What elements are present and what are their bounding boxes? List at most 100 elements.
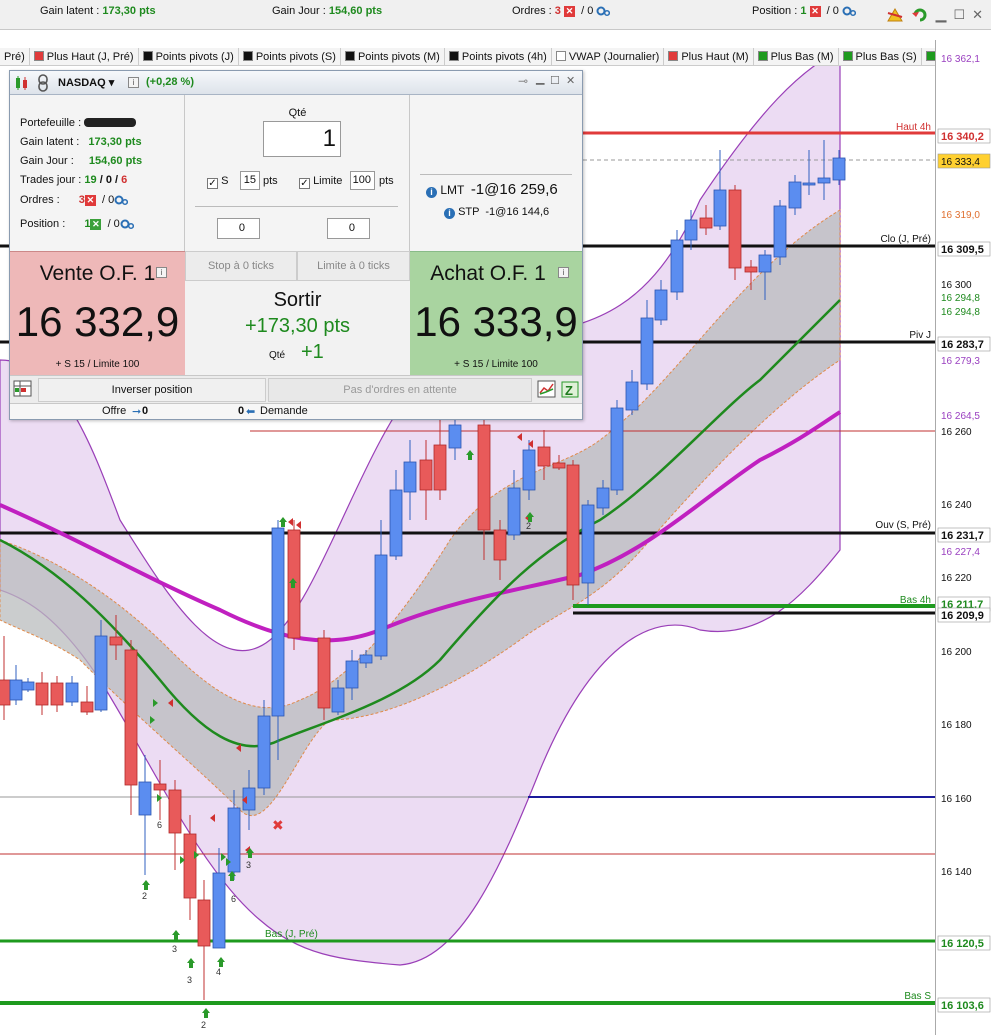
level-label: Bas 4h (900, 595, 931, 606)
position-count: 1 (800, 5, 807, 17)
candle (566, 464, 580, 586)
close-icon[interactable]: ✕ (809, 5, 821, 17)
legend-item[interactable]: Plus Haut (M) (664, 48, 754, 65)
stop-ticks-button[interactable]: Stop à 0 ticks (185, 251, 297, 281)
exit-button[interactable]: Sortir (185, 289, 410, 312)
candle (581, 504, 595, 584)
gear-icon[interactable] (842, 5, 856, 17)
candlestick-icon[interactable] (14, 75, 30, 91)
minimize-icon[interactable]: ▁ (936, 6, 947, 23)
legend-item[interactable]: Points pivots (M) (341, 48, 445, 65)
stop-checkbox[interactable]: ✓ (207, 178, 218, 189)
ordres-row[interactable]: Ordres : 3 ✕ / 0 (20, 194, 129, 206)
info-icon[interactable]: i (128, 77, 139, 88)
close-panel-icon[interactable]: ✕ (566, 74, 575, 87)
grid-icon[interactable] (13, 379, 33, 399)
legend-item[interactable]: Plus Haut (J, Pré) (30, 48, 139, 65)
info-icon[interactable]: i (156, 267, 167, 278)
price-axis-labels: 16 362,1 16 340,2 16 333,4 16 319,0 16 309,5… (937, 54, 991, 1013)
chart-settings-icon[interactable] (537, 380, 557, 400)
info-icon[interactable]: i (426, 187, 437, 198)
legend-label: Points pivots (S) (255, 51, 336, 63)
axis-price-label: 16 300 (941, 280, 972, 291)
axis-price-label: 16 200 (941, 647, 972, 658)
gear-icon[interactable] (596, 5, 611, 17)
close-window-icon[interactable]: ✕ (972, 7, 983, 23)
trade-marker (288, 518, 293, 526)
portefeuille-row: Portefeuille : (20, 117, 137, 129)
quantity-input[interactable]: 1 (263, 121, 341, 157)
trade-marker (194, 851, 199, 859)
maximize-icon[interactable]: ☐ (953, 7, 965, 23)
minimize-icon[interactable]: ▁ (536, 72, 544, 85)
arrow-left-icon: ⬅ (246, 406, 256, 418)
exit-qte-value: +1 (301, 341, 324, 363)
pending-orders-button[interactable]: Pas d'ordres en attente (268, 378, 532, 402)
info-icon[interactable]: i (444, 208, 455, 219)
instrument-selector[interactable]: NASDAQ ▾ (58, 76, 114, 89)
trade-count-label: 3 (172, 944, 177, 954)
candle (640, 317, 654, 385)
close-icon[interactable]: ✕ (84, 194, 96, 206)
order-book-footer: Offre ➞ 0 0 ⬅ Demande (10, 403, 582, 419)
candle (212, 872, 226, 949)
stp-order[interactable]: i STP -1@16 144,6 (444, 206, 549, 219)
legend-item[interactable]: Plus Bas (S) (839, 48, 922, 65)
portefeuille-label: Portefeuille : (20, 117, 82, 129)
candle (153, 783, 167, 791)
ordres-status[interactable]: Ordres : 3 ✕ / 0 (512, 5, 611, 17)
stp-label: STP (458, 206, 480, 218)
legend-label: Plus Haut (J, Pré) (46, 51, 134, 63)
legend-item[interactable]: VWAP (Journalier) (552, 48, 665, 65)
candle (552, 462, 566, 469)
position-label: Position : (20, 218, 66, 230)
arrow-up-icon (142, 880, 150, 890)
strategy-icon[interactable]: Z (561, 380, 581, 400)
price-change: (+0,28 %) (146, 76, 194, 88)
candle (744, 266, 758, 273)
trade-count-label: 4 (216, 967, 221, 977)
candle (109, 636, 123, 646)
position-row[interactable]: Position : 1 ✕ / 0 (20, 218, 134, 230)
legend-item[interactable]: Points pivots (4h) (445, 48, 552, 65)
sell-button[interactable]: Vente O.F. 1 i 16 332,9 + S 15 / Limite … (10, 251, 185, 375)
reverse-position-button[interactable]: Inverser position (38, 378, 266, 402)
axis-price-label: 16 140 (941, 867, 972, 878)
gain-jour: Gain Jour : 154,60 pts (272, 5, 382, 17)
candle (817, 177, 831, 184)
limit-checkbox[interactable]: ✓ (299, 178, 310, 189)
pin-icon[interactable]: ⊸ (518, 74, 528, 88)
gear-icon[interactable] (114, 194, 129, 206)
maximize-icon[interactable]: ☐ (550, 74, 560, 87)
link-icon[interactable] (36, 74, 50, 92)
position-status[interactable]: Position : 1 ✕ / 0 (752, 5, 856, 17)
refresh-icon[interactable] (911, 7, 929, 23)
close-icon[interactable]: ✕ (90, 218, 102, 230)
legend-item[interactable]: Plus Bas (M) (754, 48, 839, 65)
close-icon[interactable]: ✕ (563, 5, 575, 17)
info-icon[interactable]: i (558, 267, 569, 278)
pending-orders: i LMT -1@16 259,6 i STP -1@16 144,6 (410, 95, 582, 251)
legend-item[interactable]: Points pivots (S) (239, 48, 341, 65)
limit-points-input[interactable]: 100 (350, 171, 375, 190)
stp-value: -1@16 144,6 (485, 206, 550, 218)
ordres-zero: / 0 (581, 5, 594, 17)
candle (493, 529, 507, 561)
limit-ticks-button[interactable]: Limite à 0 ticks (297, 251, 410, 281)
candle (596, 487, 610, 509)
gear-icon[interactable] (120, 218, 134, 230)
legend-item[interactable]: Points pivots (J) (139, 48, 239, 65)
stop-points-input[interactable]: 15 (240, 171, 260, 190)
limit-ticks-stepper[interactable]: 0 (327, 218, 370, 239)
legend-item[interactable]: Pré) (0, 48, 30, 65)
lmt-order[interactable]: i LMT -1@16 259,6 (426, 181, 558, 198)
stop-ticks-stepper[interactable]: 0 (217, 218, 260, 239)
limit-option: ✓ Limite (299, 175, 342, 189)
candle (50, 682, 64, 706)
limit-label: Limite (313, 175, 343, 187)
alert-icon[interactable] (886, 7, 904, 23)
candle (183, 833, 197, 899)
buy-button[interactable]: Achat O.F. 1 i 16 333,9 + S 15 / Limite … (410, 251, 582, 375)
position-zero: / 0 (826, 5, 839, 17)
axis-price-label: 16 294,8 (941, 307, 980, 318)
